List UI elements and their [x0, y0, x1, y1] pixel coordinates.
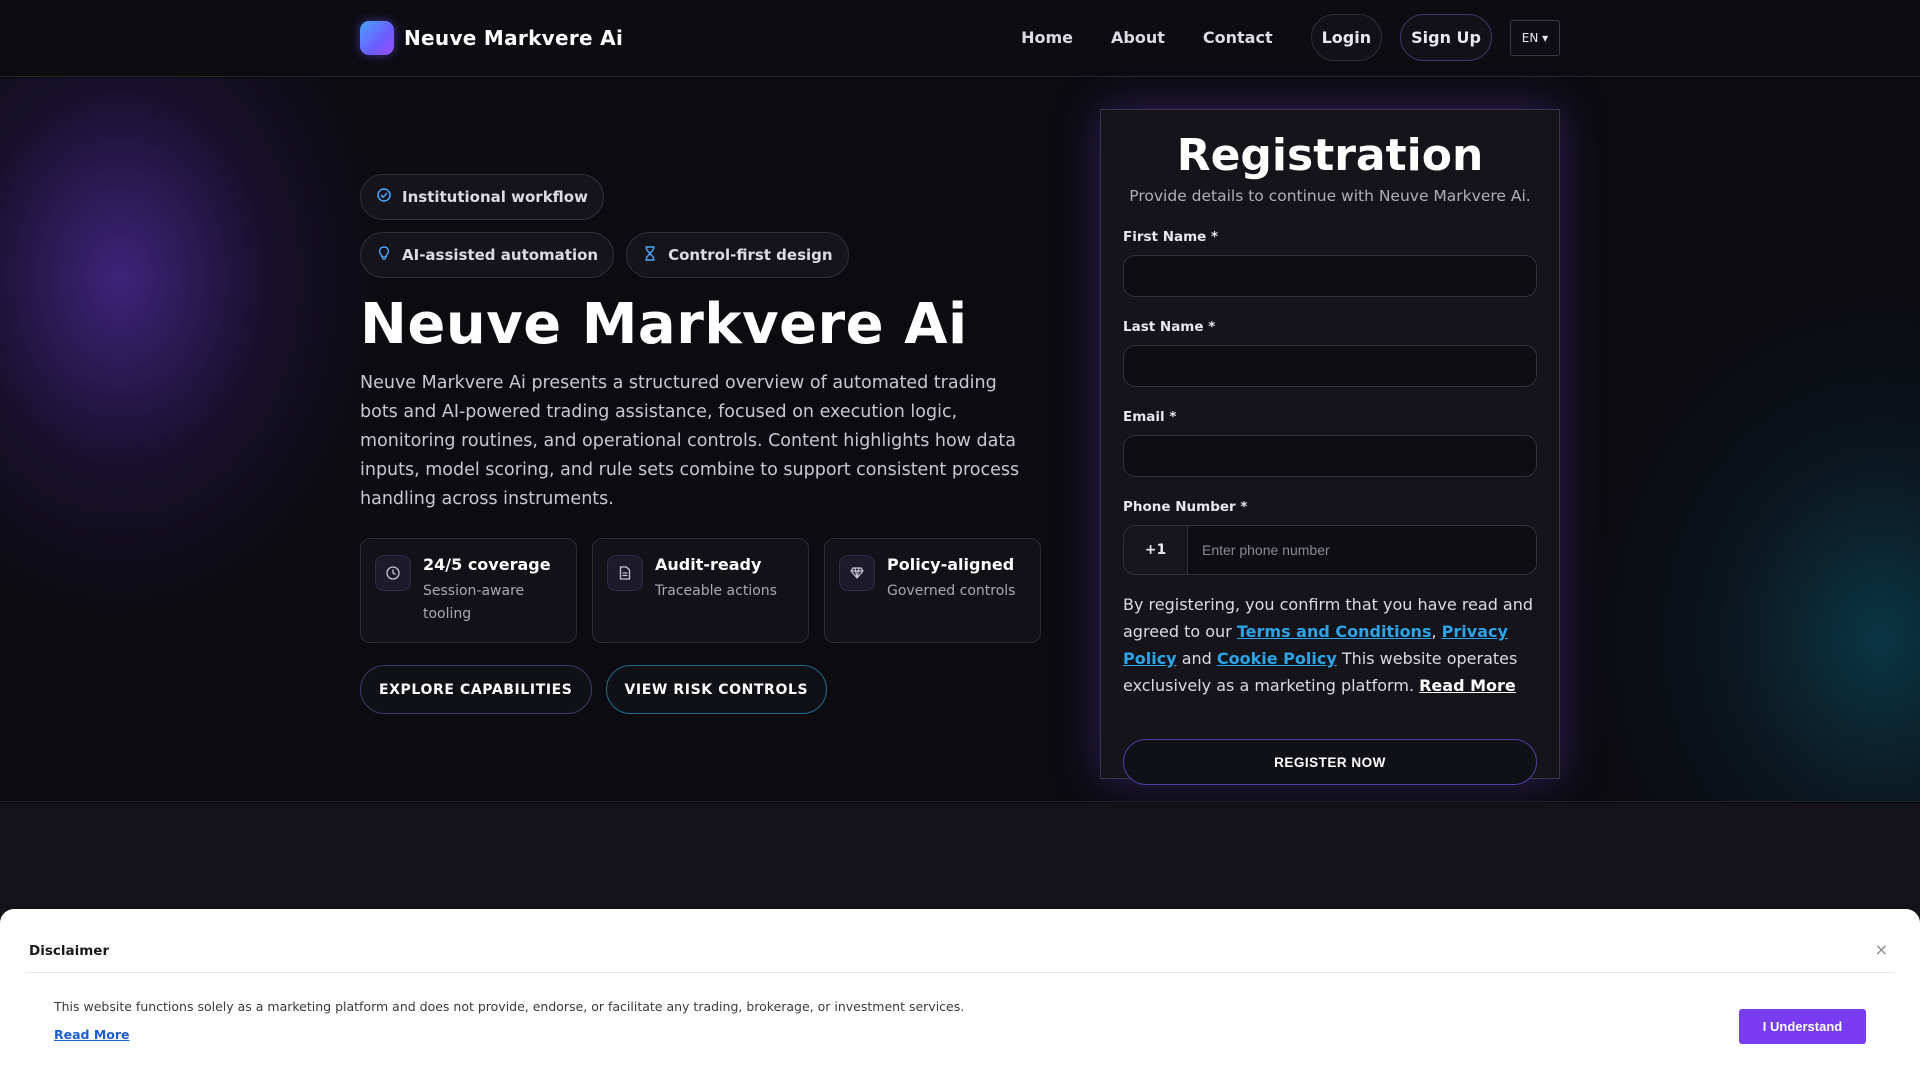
disclaimer-title: Disclaimer	[29, 943, 110, 959]
signup-button[interactable]: Sign Up	[1400, 14, 1492, 61]
last-name-input[interactable]	[1123, 345, 1537, 387]
brand-name: Neuve Markvere Ai	[404, 26, 624, 50]
terms-link[interactable]: Terms and Conditions	[1237, 622, 1432, 641]
phone-label: Phone Number *	[1123, 499, 1248, 515]
disclaimer-read-more-link[interactable]: Read More	[54, 1027, 130, 1042]
email-input[interactable]	[1123, 435, 1537, 477]
brand[interactable]: Neuve Markvere Ai	[360, 21, 623, 55]
check-circle-icon	[376, 188, 392, 206]
consent-text: By registering, you confirm that you hav…	[1123, 591, 1537, 699]
feature-subtitle: Traceable actions	[655, 583, 777, 599]
feature-subtitle: Session-aware tooling	[423, 583, 525, 622]
diamond-icon	[839, 555, 875, 591]
consent-comma: ,	[1431, 622, 1442, 641]
i-understand-button[interactable]: I Understand	[1739, 1009, 1866, 1044]
close-icon[interactable]: ×	[1875, 940, 1888, 959]
phone-field: +1	[1123, 525, 1537, 575]
feature-title: Policy-aligned	[887, 555, 1015, 574]
email-label: Email *	[1123, 409, 1177, 425]
disclaimer-header	[25, 909, 1895, 973]
chip-label: AI-assisted automation	[402, 246, 599, 264]
chip-institutional-workflow: Institutional workflow	[360, 174, 604, 220]
login-button[interactable]: Login	[1310, 14, 1383, 61]
nav-contact[interactable]: Contact	[1203, 28, 1273, 47]
first-name-input[interactable]	[1123, 255, 1537, 297]
registration-form: Registration Provide details to continue…	[1100, 109, 1560, 785]
feature-subtitle: Governed controls	[887, 583, 1016, 599]
language-selector[interactable]: EN ▾	[1510, 19, 1560, 56]
hero-cta-row: EXPLORE CAPABILITIES VIEW RISK CONTROLS	[360, 665, 841, 714]
brand-logo-icon	[360, 21, 394, 55]
chip-label: Institutional workflow	[402, 188, 588, 206]
feature-title: 24/5 coverage	[423, 555, 551, 574]
registration-title: Registration	[1176, 130, 1484, 181]
hero-chips: Institutional workflow AI-assisted autom…	[360, 174, 880, 290]
document-icon	[607, 555, 643, 591]
feature-card-coverage: 24/5 coverage Session-aware tooling	[360, 538, 577, 643]
consent-and: and	[1176, 649, 1217, 668]
clock-icon	[375, 555, 411, 591]
hero-description: Neuve Markvere Ai presents a structured …	[360, 373, 1020, 509]
cookie-link[interactable]: Cookie Policy	[1217, 649, 1337, 668]
first-name-label: First Name *	[1123, 229, 1219, 245]
register-now-button[interactable]: REGISTER NOW	[1123, 739, 1537, 785]
lightbulb-icon	[376, 245, 392, 265]
site-header: Neuve Markvere Ai Home About Contact Log…	[0, 0, 1920, 77]
explore-capabilities-button[interactable]: EXPLORE CAPABILITIES	[360, 665, 592, 714]
feature-cards: 24/5 coverage Session-aware tooling Audi…	[360, 538, 1056, 643]
last-name-label: Last Name *	[1123, 319, 1216, 335]
feature-card-policy: Policy-aligned Governed controls	[824, 538, 1041, 643]
registration-subtitle: Provide details to continue with Neuve M…	[1129, 187, 1531, 205]
phone-country-code[interactable]: +1	[1124, 526, 1188, 574]
chip-control-first-design: Control-first design	[626, 232, 849, 278]
hourglass-icon	[642, 245, 658, 265]
disclaimer-banner: Disclaimer × This website functions sole…	[0, 909, 1920, 1080]
disclaimer-text: This website functions solely as a marke…	[54, 999, 965, 1014]
feature-card-audit: Audit-ready Traceable actions	[592, 538, 809, 643]
read-more-link[interactable]: Read More	[1419, 676, 1516, 695]
phone-input[interactable]	[1188, 526, 1536, 574]
hero-title: Neuve Markvere Ai	[360, 292, 968, 357]
chip-label: Control-first design	[668, 246, 833, 264]
chip-ai-assisted-automation: AI-assisted automation	[360, 232, 615, 278]
nav-home[interactable]: Home	[1021, 28, 1073, 47]
nav-about[interactable]: About	[1111, 28, 1165, 47]
main-nav: Home About Contact Login Sign Up EN ▾	[1021, 14, 1560, 61]
feature-title: Audit-ready	[655, 555, 762, 574]
view-risk-controls-button[interactable]: VIEW RISK CONTROLS	[605, 665, 828, 714]
